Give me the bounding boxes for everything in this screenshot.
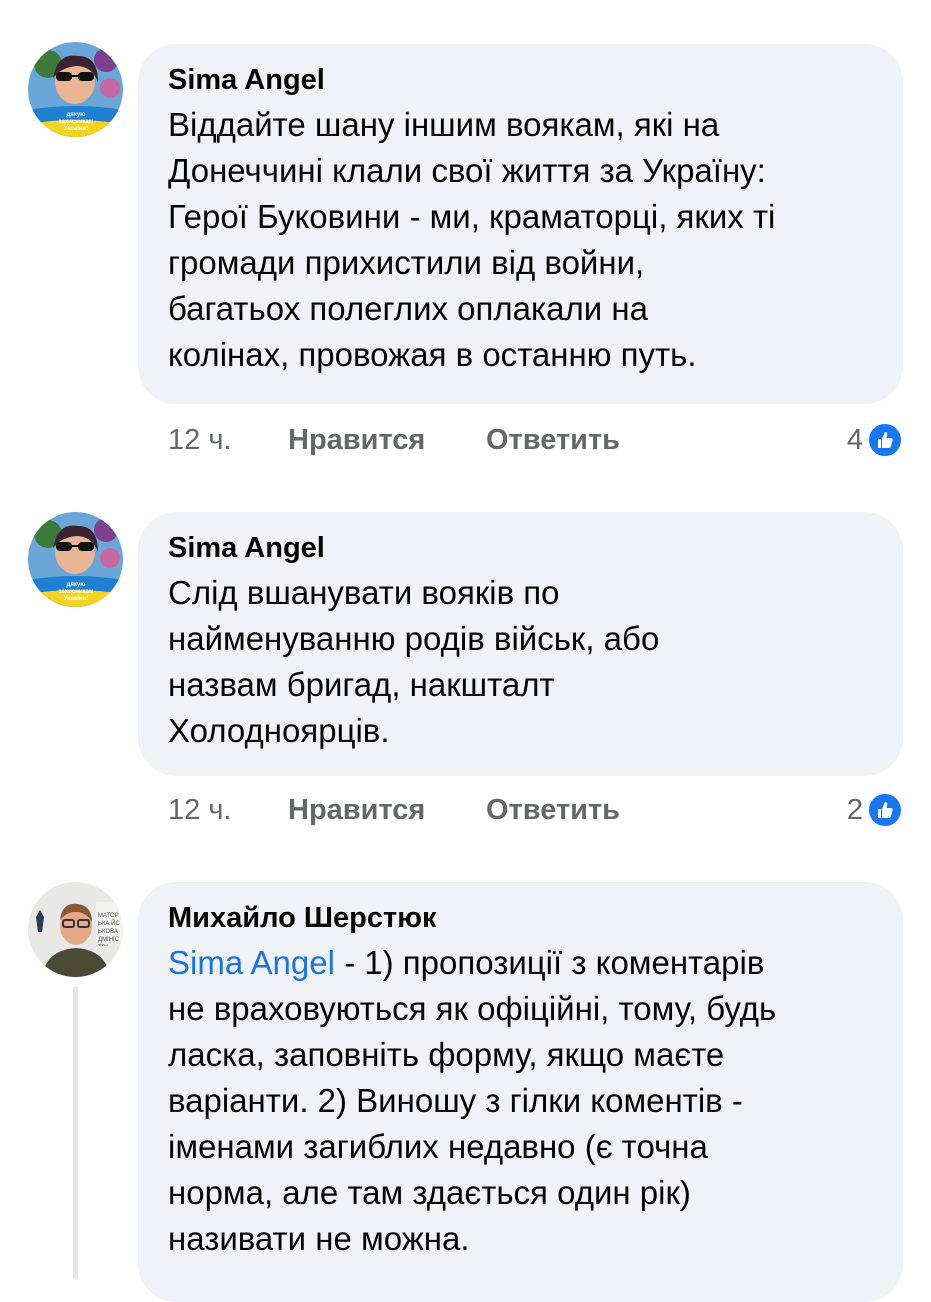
reaction-summary[interactable]: 4 (847, 420, 903, 460)
mention-link[interactable]: Sima Angel (168, 944, 335, 981)
like-button[interactable]: Нравится (288, 790, 425, 830)
reaction-summary[interactable]: 2 (847, 790, 903, 830)
avatar-caption: дякую захисникам України! (58, 112, 94, 130)
reply-button[interactable]: Ответить (486, 420, 620, 460)
reaction-count: 2 (846, 794, 863, 826)
comment-text: Sima Angel - 1) пропозиції з коментарів … (168, 940, 873, 1262)
avatar[interactable]: дякую захисникам України! (28, 42, 123, 137)
thumbs-up-icon (867, 422, 903, 458)
thread-line (73, 986, 78, 1280)
reply-button[interactable]: Ответить (486, 790, 620, 830)
comment-text: Віддайте шану іншим воякам, які на Донеч… (168, 106, 776, 373)
avatar-caption: МАТОР ЬКА ЙСЬКОВА ДМІНІСТРА (98, 913, 120, 946)
avatar[interactable]: дякую захисникам України! (28, 512, 123, 607)
comment-actions: 12 ч. Нравится Ответить 4 (168, 420, 903, 460)
comment-bubble: Михайло Шерстюк Sima Angel - 1) пропозиц… (138, 882, 903, 1302)
trident-icon (32, 918, 46, 932)
comment-text-body: - 1) пропозиції з коментарів не враховую… (168, 944, 777, 1257)
comment-text: Слід вшанувати вояків по найменуванню ро… (168, 574, 660, 749)
reaction-count: 4 (846, 424, 863, 456)
comment-author[interactable]: Sima Angel (168, 62, 873, 98)
avatar-caption: дякую захисникам України! (58, 582, 94, 600)
comment-time[interactable]: 12 ч. (168, 420, 231, 460)
comment-bubble: Sima Angel Слід вшанувати вояків по найм… (138, 512, 903, 776)
like-button[interactable]: Нравится (288, 420, 425, 460)
comment-author[interactable]: Михайло Шерстюк (168, 900, 873, 936)
avatar[interactable]: МАТОР ЬКА ЙСЬКОВА ДМІНІСТРА (28, 882, 123, 977)
comment-bubble: Sima Angel Віддайте шану іншим воякам, я… (138, 44, 903, 404)
comment-author[interactable]: Sima Angel (168, 530, 873, 566)
comment-actions: 12 ч. Нравится Ответить 2 (168, 790, 903, 830)
thumbs-up-icon (867, 792, 903, 828)
comment-time[interactable]: 12 ч. (168, 790, 231, 830)
